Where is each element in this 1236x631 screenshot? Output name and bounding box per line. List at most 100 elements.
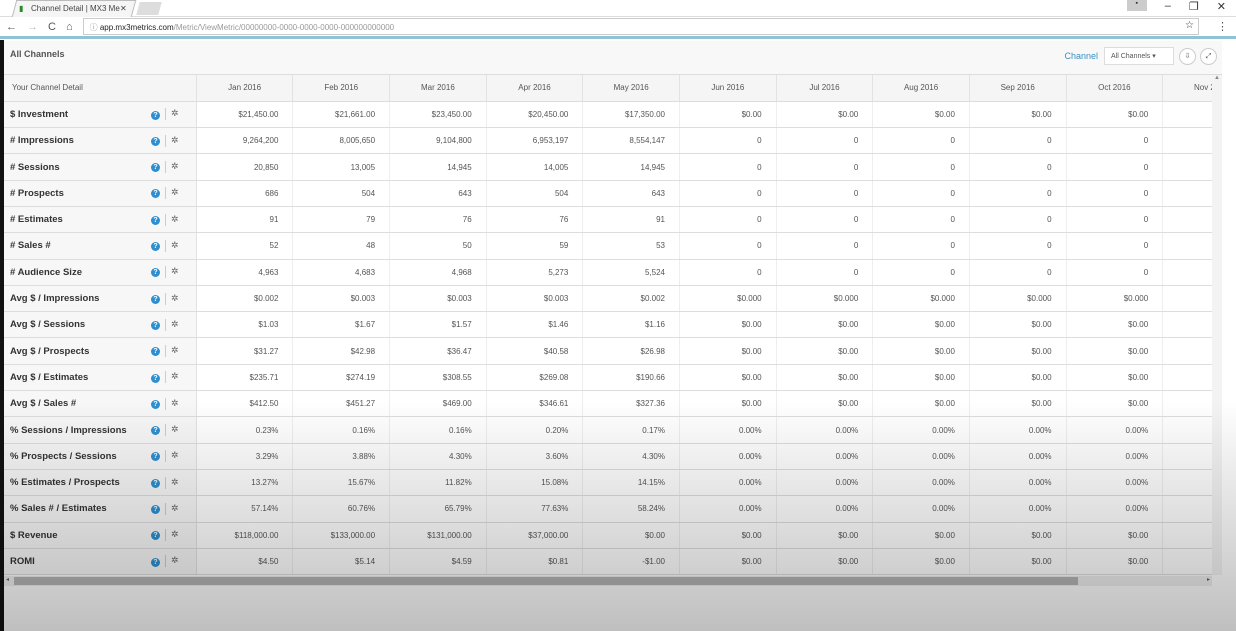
metric-value[interactable]: 0 [969, 127, 1067, 155]
metric-value[interactable]: 5,273 [486, 259, 584, 286]
gear-icon[interactable]: ✲ [171, 319, 179, 329]
metric-value[interactable]: $0.00 [1066, 364, 1164, 392]
metric-value[interactable]: 0.00% [1066, 416, 1164, 444]
metric-value[interactable]: 3.88% [292, 443, 391, 470]
metric-value[interactable]: $133,000.00 [292, 522, 391, 549]
metric-value[interactable]: 0 [872, 232, 970, 260]
metric-value[interactable]: $0.00 [679, 311, 777, 339]
gear-icon[interactable]: ✲ [171, 109, 179, 119]
metric-value[interactable] [1162, 337, 1212, 365]
metric-value[interactable]: 0.00% [969, 416, 1067, 444]
metric-value[interactable]: $0.003 [389, 285, 487, 313]
metric-value[interactable] [1162, 469, 1212, 497]
metric-value[interactable]: 4,963 [196, 259, 294, 286]
gear-icon[interactable]: ✲ [171, 424, 179, 434]
metric-value[interactable]: 643 [389, 180, 487, 207]
metric-value[interactable]: $346.61 [486, 390, 584, 418]
metric-value[interactable]: $412.50 [196, 390, 294, 418]
gear-icon[interactable]: ✲ [171, 529, 179, 539]
close-tab-icon[interactable]: ✕ [120, 4, 127, 13]
metric-value[interactable]: 0 [872, 127, 970, 155]
metric-value[interactable]: 0 [679, 206, 777, 234]
metric-value[interactable]: 15.67% [292, 469, 391, 497]
question-circle-icon[interactable]: ? [150, 294, 160, 304]
metric-value[interactable]: $0.00 [582, 522, 680, 549]
question-circle-icon[interactable]: ? [150, 557, 160, 567]
metric-value[interactable]: 0 [969, 232, 1067, 260]
metric-value[interactable]: 0 [872, 180, 970, 207]
metric-value[interactable]: 15.08% [486, 469, 584, 497]
metric-value[interactable]: $0.003 [486, 285, 584, 313]
metric-value[interactable]: 0 [679, 127, 777, 155]
metric-value[interactable]: $269.08 [486, 364, 584, 392]
metric-value[interactable]: 0.16% [292, 416, 391, 444]
metric-value[interactable]: $26.98 [582, 337, 680, 365]
metric-value[interactable]: 0.00% [1066, 443, 1164, 470]
metric-value[interactable]: $235.71 [196, 364, 294, 392]
metric-value[interactable]: $0.000 [776, 285, 874, 313]
new-tab-button[interactable] [136, 2, 162, 15]
metric-value[interactable]: 13.27% [196, 469, 294, 497]
metric-value[interactable]: 0 [1066, 127, 1164, 155]
metric-value[interactable]: $0.00 [1066, 337, 1164, 365]
metric-value[interactable]: 14,945 [582, 153, 680, 181]
metric-value[interactable]: 4.30% [389, 443, 487, 470]
metric-value[interactable] [1162, 495, 1212, 523]
gear-icon[interactable]: ✲ [171, 372, 179, 382]
metric-value[interactable]: $0.000 [679, 285, 777, 313]
metric-value[interactable]: $5.14 [292, 548, 391, 575]
download-button[interactable]: ⇩ [1179, 48, 1196, 65]
metric-value[interactable]: 77.63% [486, 495, 584, 523]
metric-value[interactable]: $0.00 [969, 101, 1067, 129]
metric-value[interactable]: $0.00 [1066, 311, 1164, 339]
metric-value[interactable]: 0.00% [679, 443, 777, 470]
metric-value[interactable]: 5,524 [582, 259, 680, 286]
metric-value[interactable]: 91 [582, 206, 680, 234]
metric-value[interactable]: 0.00% [776, 495, 874, 523]
question-circle-icon[interactable]: ? [150, 531, 160, 541]
metric-value[interactable]: 0.00% [679, 416, 777, 444]
gear-icon[interactable]: ✲ [171, 345, 179, 355]
metric-value[interactable]: 0 [776, 127, 874, 155]
metric-value[interactable]: $469.00 [389, 390, 487, 418]
user-icon[interactable]: ▪ [1126, 0, 1147, 11]
metric-value[interactable]: 58.24% [582, 495, 680, 523]
metric-value[interactable]: 0.00% [776, 469, 874, 497]
metric-value[interactable] [1162, 285, 1212, 313]
metric-value[interactable]: 8,005,650 [292, 127, 391, 155]
metric-value[interactable]: 0.00% [872, 443, 970, 470]
gear-icon[interactable]: ✲ [171, 398, 179, 408]
question-circle-icon[interactable]: ? [150, 505, 160, 514]
question-circle-icon[interactable]: ? [150, 242, 160, 252]
metric-value[interactable]: $0.00 [969, 390, 1067, 418]
gear-icon[interactable]: ✲ [171, 187, 179, 197]
metric-value[interactable]: $0.00 [872, 101, 970, 129]
metric-value[interactable]: 0 [872, 259, 970, 286]
metric-value[interactable]: $0.00 [776, 522, 874, 549]
metric-value[interactable]: $1.46 [486, 311, 584, 339]
question-circle-icon[interactable]: ? [150, 268, 160, 278]
metric-value[interactable]: 57.14% [196, 495, 294, 523]
close-window-icon[interactable]: ✕ [1217, 0, 1226, 13]
metric-value[interactable]: 0 [969, 180, 1067, 207]
question-circle-icon[interactable]: ? [150, 189, 160, 199]
metric-value[interactable] [1162, 180, 1212, 207]
metric-value[interactable]: 0.00% [776, 443, 874, 470]
metric-value[interactable]: $4.59 [389, 548, 487, 575]
metric-value[interactable]: $0.81 [486, 548, 584, 575]
metric-value[interactable]: 9,104,800 [389, 127, 487, 155]
metric-value[interactable]: $327.36 [582, 390, 680, 418]
metric-value[interactable] [1162, 311, 1212, 339]
metric-value[interactable]: 0 [776, 153, 874, 181]
question-circle-icon[interactable]: ? [150, 478, 160, 488]
metric-value[interactable]: $42.98 [292, 337, 391, 365]
metric-value[interactable]: 20,850 [196, 153, 294, 181]
metric-value[interactable]: $0.00 [872, 337, 970, 365]
metric-value[interactable]: 643 [582, 180, 680, 207]
gear-icon[interactable]: ✲ [171, 450, 179, 460]
metric-value[interactable]: $0.00 [776, 101, 874, 129]
metric-value[interactable]: 0 [1066, 206, 1164, 234]
home-icon[interactable]: ⌂ [66, 21, 73, 33]
gear-icon[interactable]: ✲ [171, 503, 179, 513]
metric-value[interactable]: $20,450.00 [486, 101, 584, 129]
